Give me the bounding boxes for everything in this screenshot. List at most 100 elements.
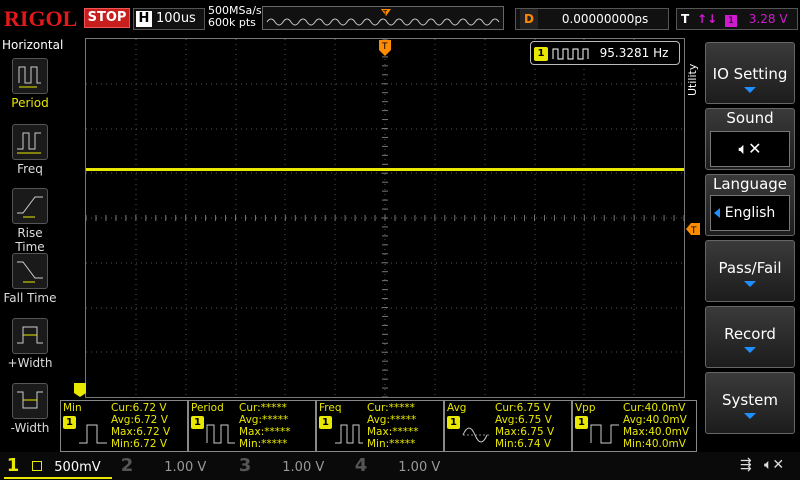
meas-cur: Cur:40.0mV <box>623 402 686 414</box>
meas-channel-badge: 1 <box>447 416 460 429</box>
system-label: System <box>722 391 778 409</box>
measurement-min[interactable]: Min 1 Cur:6.72 V Avg:6.72 V Max:6.72 V Min:… <box>60 400 188 452</box>
meas-avg: Avg:***** <box>367 414 417 426</box>
meas-channel-badge: 1 <box>319 416 332 429</box>
channel-3-number: 3 <box>238 455 252 476</box>
record-label: Record <box>724 325 776 343</box>
period-icon <box>206 424 235 444</box>
system-button[interactable]: System <box>705 372 795 434</box>
horizontal-timebase[interactable]: H 100us <box>133 8 205 30</box>
ch1-offset-marker[interactable] <box>74 382 86 401</box>
freq-channel-badge: 1 <box>534 46 548 61</box>
meas-name: Period <box>191 402 224 414</box>
language-value-box[interactable]: English <box>710 195 790 231</box>
language-button[interactable]: Language English <box>705 174 795 236</box>
sound-button[interactable]: Sound 🔈︎✕ <box>705 108 795 170</box>
run-stop-status[interactable]: STOP <box>84 8 130 28</box>
meas-values: Cur:40.0mV Avg:40.0mV Max:40.0mV Min:40.0mV <box>623 402 689 450</box>
trigger-position-marker[interactable]: T <box>379 40 391 60</box>
memory-timeline[interactable]: T <box>262 6 504 30</box>
channel-2-number: 2 <box>120 455 134 476</box>
speaker-mute-icon: 🔈︎✕ <box>710 131 790 167</box>
meas-avg: Avg:***** <box>239 414 289 426</box>
trigger-level-marker[interactable]: T <box>686 220 700 239</box>
pass-fail-arrow-icon <box>744 281 756 287</box>
menu-item-neg-width[interactable]: -Width <box>1 383 59 435</box>
trigger-edge-icon: ↑↓ <box>697 12 718 26</box>
ch1-waveform-trace <box>86 168 684 171</box>
io-setting-button[interactable]: IO Setting <box>705 42 795 104</box>
left-menu-title: Horizontal <box>2 38 64 52</box>
language-label: Language <box>712 175 788 193</box>
speaker-mute-status-icon: 🔈︎✕ <box>764 457 785 473</box>
menu-label-neg-width: -Width <box>10 421 50 435</box>
vpp-icon <box>590 424 619 444</box>
menu-label-fall-time: Fall Time <box>3 291 57 305</box>
menu-label-pos-width: +Width <box>7 356 53 370</box>
menu-item-pos-width[interactable]: +Width <box>1 318 59 370</box>
waveform-grid[interactable] <box>85 38 685 398</box>
meas-avg: Avg:6.75 V <box>495 414 552 426</box>
language-value: English <box>724 205 776 221</box>
rise-time-icon <box>12 188 48 224</box>
io-setting-label: IO Setting <box>712 65 788 83</box>
usb-icon: ⇶ <box>740 457 752 473</box>
meas-channel-badge: 1 <box>191 416 204 429</box>
meas-min: Min:6.72 V <box>111 438 168 450</box>
meas-avg: Avg:40.0mV <box>623 414 687 426</box>
fall-time-icon <box>12 253 48 289</box>
channel-2-scale: 1.00 V <box>164 460 207 475</box>
left-arrow-icon <box>714 208 720 218</box>
channel-2-box[interactable]: 2 1.00 V <box>118 455 230 477</box>
positive-width-icon <box>12 318 48 354</box>
average-icon <box>462 427 491 443</box>
trigger-box[interactable]: T ↑↓ 1 3.28 V <box>676 8 798 30</box>
system-arrow-icon <box>744 413 756 419</box>
measurement-period[interactable]: Period 1 Cur:***** Avg:***** Max:***** Min:… <box>188 400 316 452</box>
svg-text:T: T <box>381 42 388 52</box>
channel-3-scale: 1.00 V <box>282 460 325 475</box>
trigger-key: T <box>681 12 690 26</box>
channel-4-number: 4 <box>354 455 368 476</box>
delay-box[interactable]: D 0.00000000ps <box>515 8 669 30</box>
pass-fail-button[interactable]: Pass/Fail <box>705 240 795 302</box>
meas-max: Max:6.75 V <box>495 426 555 438</box>
svg-text:T: T <box>382 9 388 17</box>
delay-key: D <box>520 9 538 29</box>
freq-counter-value: 95.3281 Hz <box>599 46 669 60</box>
timebase-value: 100us <box>156 11 196 26</box>
measurement-vpp[interactable]: Vpp 1 Cur:40.0mV Avg:40.0mV Max:40.0mV Min:… <box>572 400 697 452</box>
meas-name: Vpp <box>575 402 596 414</box>
menu-item-freq[interactable]: Freq <box>1 124 59 176</box>
record-button[interactable]: Record <box>705 306 795 368</box>
ch1-coupling-icon <box>32 461 43 471</box>
meas-max: Max:40.0mV <box>623 426 690 438</box>
meas-cur: Cur:***** <box>367 402 415 414</box>
channel-1-box[interactable]: 1 500mV <box>4 455 112 479</box>
frequency-counter-badge[interactable]: 1 95.3281 Hz <box>530 41 680 65</box>
menu-item-period[interactable]: Period <box>1 58 59 110</box>
menu-item-fall-time[interactable]: Fall Time <box>1 253 59 305</box>
negative-width-icon <box>12 383 48 419</box>
channel-3-box[interactable]: 3 1.00 V <box>236 455 346 477</box>
record-arrow-icon <box>744 347 756 353</box>
trigger-channel-badge: 1 <box>724 15 737 27</box>
pass-fail-label: Pass/Fail <box>718 259 782 277</box>
measurement-freq[interactable]: Freq 1 Cur:***** Avg:***** Max:***** Min:**… <box>316 400 444 452</box>
meas-min: Min:6.74 V <box>495 438 552 450</box>
min-icon <box>79 424 107 444</box>
meas-cur: Cur:6.75 V <box>495 402 551 414</box>
meas-min: Min:40.0mV <box>623 438 686 450</box>
sound-label: Sound <box>726 109 774 127</box>
measurement-avg[interactable]: Avg 1 Cur:6.75 V Avg:6.75 V Max:6.75 V Min:… <box>444 400 572 452</box>
channel-4-scale: 1.00 V <box>398 460 441 475</box>
meas-name: Avg <box>447 402 467 414</box>
channel-4-box[interactable]: 4 1.00 V <box>352 455 462 477</box>
frequency-icon <box>335 424 363 444</box>
meas-values: Cur:6.75 V Avg:6.75 V Max:6.75 V Min:6.74 V <box>495 402 554 450</box>
horizontal-key: H <box>136 11 152 27</box>
brand-logo: RIGOL <box>4 6 78 31</box>
io-setting-arrow-icon <box>744 87 756 93</box>
menu-item-rise-time[interactable]: Rise Time <box>1 188 59 254</box>
frequency-icon <box>12 124 48 160</box>
